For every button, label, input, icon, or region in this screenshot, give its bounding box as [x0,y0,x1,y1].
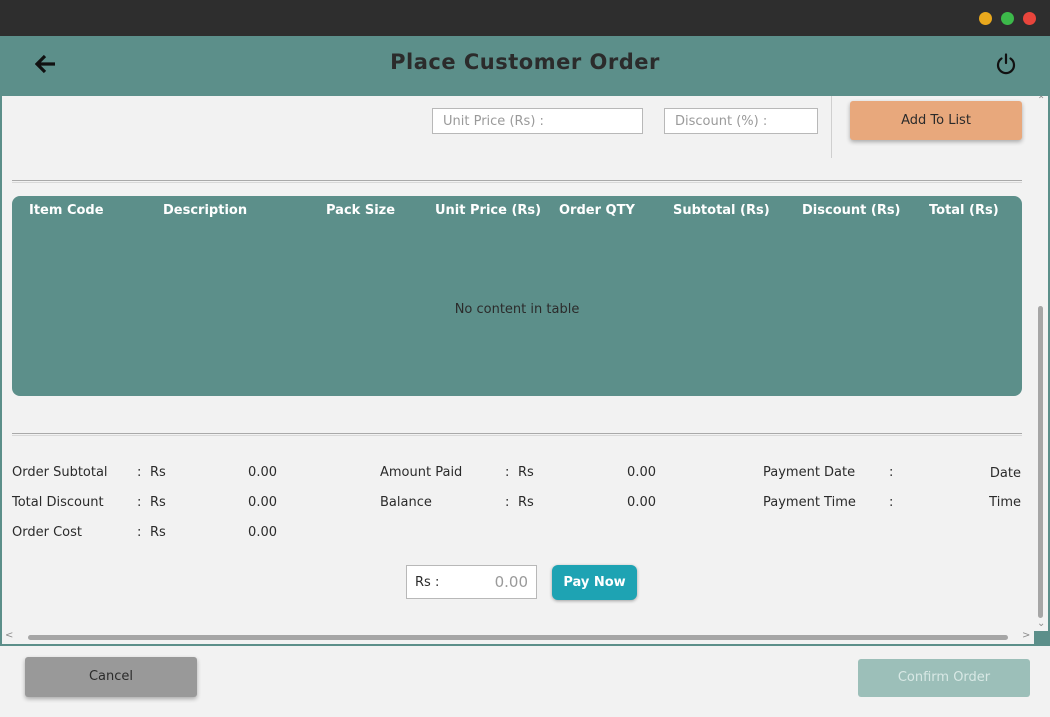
total-discount-value: 0.00 [248,495,277,510]
minimize-button[interactable] [979,12,992,25]
divider [12,433,1022,436]
table-empty-message: No content in table [454,302,580,317]
payment-time-sep: : [889,495,894,510]
balance-currency: Rs [518,495,534,510]
power-icon [996,53,1016,75]
payment-time-label: Payment Time [763,495,856,510]
order-subtotal-currency: Rs [150,465,166,480]
scroll-viewport: Unit Price (Rs) : Discount (%) : Add To … [2,96,1034,631]
close-button[interactable] [1023,12,1036,25]
order-subtotal-value: 0.00 [248,465,277,480]
order-subtotal-sep: : [137,465,142,480]
confirm-order-button[interactable]: Confirm Order [858,659,1030,697]
maximize-button[interactable] [1001,12,1014,25]
page-title: Place Customer Order [390,50,660,74]
vertical-divider [831,96,832,158]
page-header: Place Customer Order [0,36,1050,90]
payment-date-value: Date [989,466,1021,481]
column-header-item-code[interactable]: Item Code [29,203,104,218]
balance-value: 0.00 [627,495,656,510]
payment-amount-input[interactable]: Rs : 0.00 [406,565,537,599]
scroll-right-icon[interactable]: > [1022,630,1030,641]
balance-sep: : [505,495,510,510]
scroll-left-icon[interactable]: < [5,630,13,641]
order-cost-label: Order Cost [12,525,82,540]
column-header-subtotal[interactable]: Subtotal (Rs) [673,203,770,218]
column-header-unit-price[interactable]: Unit Price (Rs) [435,203,541,218]
scroll-up-icon[interactable]: ⌃ [1037,95,1045,106]
column-header-discount[interactable]: Discount (Rs) [802,203,901,218]
amount-paid-label: Amount Paid [380,465,463,480]
payment-currency-prefix: Rs : [415,575,440,590]
column-header-total[interactable]: Total (Rs) [929,203,999,218]
order-subtotal-label: Order Subtotal [12,465,108,480]
column-header-description[interactable]: Description [163,203,247,218]
amount-paid-currency: Rs [518,465,534,480]
vertical-scroll-thumb[interactable] [1038,306,1043,618]
vertical-scrollbar[interactable]: ⌃ ⌄ [1034,95,1048,631]
discount-input[interactable]: Discount (%) : [664,108,818,134]
add-to-list-button[interactable]: Add To List [850,101,1022,140]
amount-paid-value: 0.00 [627,465,656,480]
horizontal-scrollbar[interactable]: < > [2,630,1034,644]
order-cost-value: 0.00 [248,525,277,540]
title-bar [0,0,1050,36]
order-cost-currency: Rs [150,525,166,540]
unit-price-input[interactable]: Unit Price (Rs) : [432,108,643,134]
payment-time-value: Time [989,495,1021,510]
payment-amount-placeholder: 0.00 [494,573,528,591]
logout-button[interactable] [992,50,1020,78]
order-cost-sep: : [137,525,142,540]
payment-date-sep: : [889,465,894,480]
column-header-order-qty[interactable]: Order QTY [559,203,635,218]
total-discount-label: Total Discount [12,495,104,510]
order-items-table[interactable]: Item Code Description Pack Size Unit Pri… [12,196,1022,396]
balance-label: Balance [380,495,432,510]
total-discount-currency: Rs [150,495,166,510]
cancel-button[interactable]: Cancel [25,657,197,697]
divider [12,180,1022,183]
total-discount-sep: : [137,495,142,510]
horizontal-scroll-thumb[interactable] [28,635,1008,640]
amount-paid-sep: : [505,465,510,480]
scroll-pane: Unit Price (Rs) : Discount (%) : Add To … [0,90,1050,646]
app-window: Place Customer Order Unit Price (Rs) : D… [0,0,1050,717]
scroll-down-icon[interactable]: ⌄ [1037,618,1045,629]
footer-bar: Cancel Confirm Order [0,646,1050,717]
payment-date-label: Payment Date [763,465,856,480]
column-header-pack-size[interactable]: Pack Size [326,203,395,218]
pay-now-button[interactable]: Pay Now [552,565,637,600]
